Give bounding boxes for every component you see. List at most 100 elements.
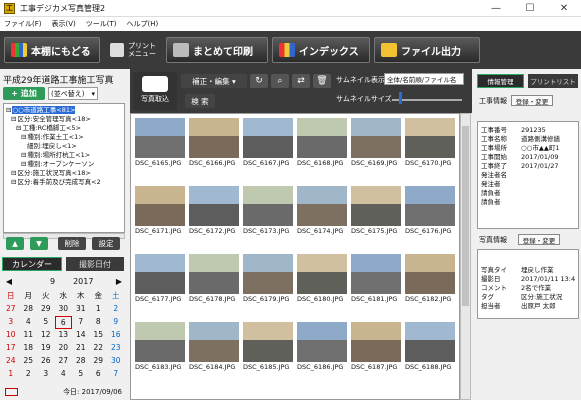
search-button[interactable]: 検 索 [185,94,215,108]
calendar-day[interactable]: 15 [90,329,108,342]
photo-thumbnail[interactable]: DSC_6188.JPG [405,322,455,373]
calendar-day[interactable]: 18 [20,342,38,355]
tree-node[interactable]: ⊟種別:作業土工<1> [6,133,124,142]
photo-thumbnail[interactable]: DSC_6182.JPG [405,254,455,305]
calendar-day[interactable]: 27 [55,355,73,368]
calendar-day[interactable]: 1 [2,368,20,381]
calendar-day[interactable]: 28 [20,303,38,316]
calendar-day[interactable]: 6 [54,316,72,329]
calendar-day[interactable]: 7 [107,368,125,381]
index-button[interactable]: インデックス [272,37,370,63]
tree-expand-icon[interactable]: ⊟ [16,124,21,132]
photo-thumbnail[interactable]: DSC_6181.JPG [351,254,401,305]
file-export-button[interactable]: ファイル出力 [374,37,480,63]
calendar-day[interactable]: 8 [90,316,108,329]
calendar-day[interactable]: 12 [37,329,55,342]
calendar-day[interactable]: 31 [72,303,90,316]
today-label[interactable]: 今日: 2017/09/06 [63,387,122,397]
photo-thumbnail[interactable]: DSC_6177.JPG [135,254,185,305]
calendar-day[interactable]: 26 [37,355,55,368]
photo-thumbnail[interactable]: DSC_6176.JPG [405,186,455,237]
photo-thumbnail[interactable]: DSC_6178.JPG [189,254,239,305]
grid-vertical-scrollbar[interactable] [460,113,471,400]
scrollbar-thumb[interactable] [462,126,469,306]
tree-node[interactable]: ⊟区分:安全管理写真<18> [6,115,124,124]
calendar-day[interactable]: 5 [37,316,55,329]
photo-thumbnail[interactable]: DSC_6170.JPG [405,118,455,169]
photo-thumbnail[interactable]: DSC_6174.JPG [297,186,347,237]
calendar-day[interactable]: 4 [55,368,73,381]
tab-calendar[interactable]: カレンダー [2,257,62,271]
tree-node[interactable]: ⊟種別:場所打杭工<1> [6,151,124,160]
photo-thumbnail[interactable]: DSC_6179.JPG [243,254,293,305]
photo-thumbnail[interactable]: DSC_6184.JPG [189,322,239,373]
tree-expand-icon[interactable]: ⊟ [6,106,11,114]
photo-thumbnail[interactable]: DSC_6169.JPG [351,118,401,169]
menu-tools[interactable]: ツール(T) [86,19,117,29]
rotate-icon[interactable]: ↻ [250,74,268,88]
calendar-day[interactable]: 29 [37,303,55,316]
calendar-day[interactable]: 3 [2,316,20,329]
photo-thumbnail[interactable]: DSC_6180.JPG [297,254,347,305]
tree-expand-icon[interactable]: ⊟ [11,115,16,123]
tree-node[interactable]: ⊟○○市道路工事<81> [6,106,124,115]
photo-thumbnail[interactable]: DSC_6167.JPG [243,118,293,169]
next-month-icon[interactable]: ▶ [112,277,126,286]
move-down-button[interactable]: ▼ [30,237,48,250]
minimize-icon[interactable]: — [479,0,513,17]
prev-month-icon[interactable]: ◀ [2,277,16,286]
calendar-day[interactable]: 16 [107,329,125,342]
photo-thumbnail[interactable]: DSC_6166.JPG [189,118,239,169]
tab-print-list[interactable]: プリントリスト [528,74,578,88]
work-info-edit-button[interactable]: 登録・変更 [511,95,553,106]
calendar-day[interactable]: 3 [37,368,55,381]
calendar-day[interactable]: 6 [90,368,108,381]
calendar-day[interactable]: 25 [20,355,38,368]
calendar-day[interactable]: 30 [107,355,125,368]
add-button[interactable]: + 追加 [3,87,45,100]
calendar-day[interactable]: 21 [72,342,90,355]
tree-node[interactable]: ⊟種別:オープンケーソン [6,160,124,169]
tree-node[interactable]: ⊟区分:施工状況写真<18> [6,169,124,178]
tab-shoot-date[interactable]: 撮影日付 [66,257,124,271]
calendar-day[interactable]: 4 [20,316,38,329]
thumbnail-size-slider[interactable] [392,99,462,101]
photo-thumbnail[interactable]: DSC_6175.JPG [351,186,401,237]
calendar-day[interactable]: 30 [55,303,73,316]
settings-button[interactable]: 設定 [92,237,120,250]
calendar-day[interactable]: 2 [20,368,38,381]
calendar-day[interactable]: 22 [90,342,108,355]
folder-tree[interactable]: ⊟○○市道路工事<81> ⊟区分:安全管理写真<18> ⊟工種:RC橋脚工<5> ⊟種… [3,103,125,233]
photo-thumbnail[interactable]: DSC_6185.JPG [243,322,293,373]
calendar-day[interactable]: 14 [72,329,90,342]
calendar-day[interactable]: 5 [72,368,90,381]
slider-handle[interactable] [399,92,402,104]
print-menu-button[interactable]: プリント メニュー [104,37,162,63]
calendar-day[interactable]: 1 [90,303,108,316]
tab-info-management[interactable]: 情報管理 [477,74,524,88]
calendar-day[interactable]: 7 [72,316,90,329]
trash-icon[interactable]: 🗑 [313,74,331,88]
calendar-day[interactable]: 17 [2,342,20,355]
calendar-day[interactable]: 10 [2,329,20,342]
calendar-day[interactable]: 27 [2,303,20,316]
edit-correct-button[interactable]: 補正・編集 ▾ [181,74,247,88]
photo-thumbnail[interactable]: DSC_6187.JPG [351,322,401,373]
tree-node[interactable]: ⊟区分:着手前及び完成写真<2 [6,178,124,187]
photo-thumbnail[interactable]: DSC_6171.JPG [135,186,185,237]
close-icon[interactable]: ✕ [547,0,581,17]
menu-help[interactable]: ヘルプ(H) [127,19,159,29]
sort-select[interactable]: (並べ替え) ▾ [48,87,98,100]
tree-expand-icon[interactable]: ⊟ [11,169,16,177]
bulk-print-button[interactable]: まとめて印刷 [166,37,268,63]
photo-thumbnail[interactable]: DSC_6173.JPG [243,186,293,237]
calendar-day[interactable]: 20 [55,342,73,355]
calendar-day[interactable]: 28 [72,355,90,368]
calendar-day[interactable]: 29 [90,355,108,368]
tree-expand-icon[interactable]: ⊟ [21,151,26,159]
calendar-day[interactable]: 11 [20,329,38,342]
calendar-day[interactable]: 24 [2,355,20,368]
delete-button[interactable]: 削除 [58,237,86,250]
tree-node[interactable]: 細別:埋戻し<1> [6,142,124,151]
photo-thumbnail[interactable]: DSC_6183.JPG [135,322,185,373]
